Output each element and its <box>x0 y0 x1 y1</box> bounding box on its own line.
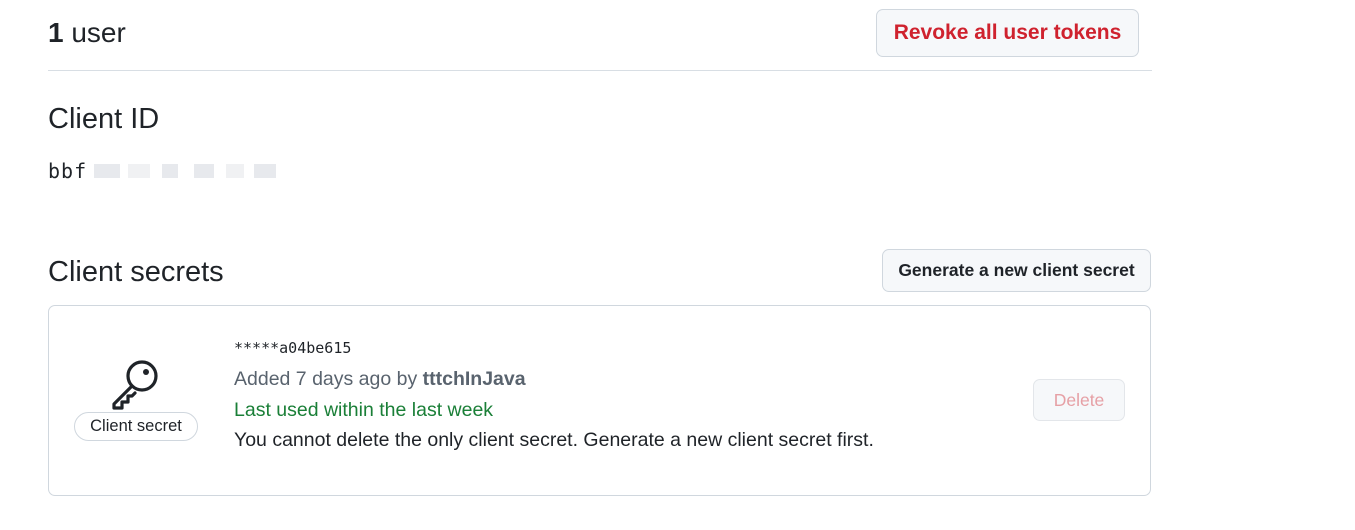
added-by-user: tttchInJava <box>422 368 526 390</box>
client-secret-delete-note: You cannot delete the only client secret… <box>234 429 874 451</box>
client-secret-last-used: Last used within the last week <box>234 399 494 421</box>
generate-client-secret-button[interactable]: Generate a new client secret <box>882 249 1151 292</box>
client-secret-added-info: Added 7 days ago by tttchInJava <box>234 366 526 392</box>
added-prefix: Added 7 days ago by <box>234 368 423 390</box>
revoke-all-tokens-button[interactable]: Revoke all user tokens <box>876 9 1139 57</box>
section-divider <box>48 70 1152 71</box>
client-secret-badge: Client secret <box>74 412 198 441</box>
client-secrets-heading: Client secrets <box>48 256 224 288</box>
client-secret-card <box>48 305 1151 496</box>
client-secret-masked-value: *****a04be615 <box>234 339 352 357</box>
users-count: 1 <box>48 17 64 48</box>
client-id-heading: Client ID <box>48 103 160 135</box>
users-label: user <box>71 17 126 48</box>
client-id-redaction <box>86 155 284 185</box>
key-icon <box>112 360 158 410</box>
users-count-heading: 1 user <box>48 14 126 52</box>
delete-client-secret-button[interactable]: Delete <box>1033 379 1125 421</box>
